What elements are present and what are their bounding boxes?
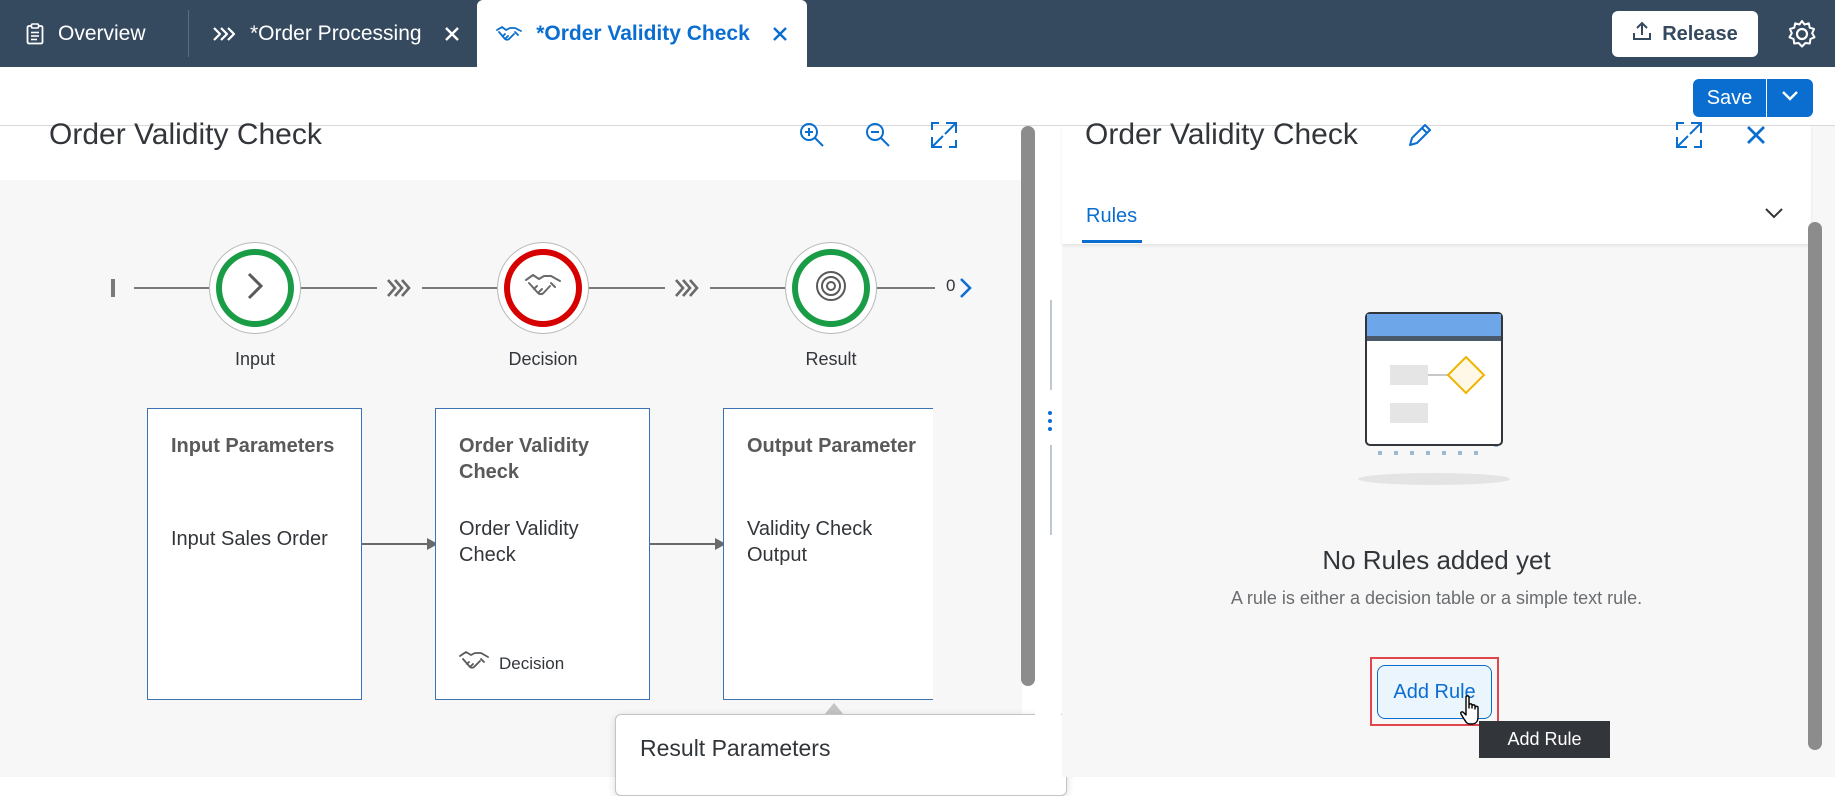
splitter-grip-icon[interactable] xyxy=(1047,410,1053,437)
chevron-right-icon[interactable] xyxy=(958,276,974,305)
splitter-line xyxy=(1050,445,1052,535)
card-value: Validity Check Output xyxy=(747,518,873,566)
card-footer-label: Decision xyxy=(499,653,565,673)
process-chevrons-icon xyxy=(212,25,236,43)
edit-pencil-icon[interactable] xyxy=(1405,120,1435,150)
card-value: Input Sales Order xyxy=(171,528,328,550)
card-input-parameters[interactable]: Input Parameters Input Sales Order xyxy=(147,408,362,700)
popover-label: Result Parameters xyxy=(640,735,831,761)
flow-node-decision[interactable] xyxy=(498,243,588,333)
handshake-icon xyxy=(459,649,489,678)
splitter-line xyxy=(1050,300,1052,390)
fullscreen-icon[interactable] xyxy=(1674,120,1704,150)
save-menu-button[interactable] xyxy=(1767,79,1813,117)
release-button[interactable]: Release xyxy=(1612,11,1758,57)
splitter[interactable] xyxy=(1035,126,1061,777)
gear-icon[interactable] xyxy=(1786,18,1818,50)
flow-start-marker xyxy=(111,279,115,297)
flow-node-label: Result xyxy=(805,349,857,369)
flow-connector xyxy=(134,287,209,289)
tab-label: Overview xyxy=(58,21,146,45)
flow-end-count: 0 xyxy=(946,276,956,295)
empty-state-title: No Rules added yet xyxy=(1322,545,1551,575)
tab-label: *Order Validity Check xyxy=(536,21,750,45)
card-arrow xyxy=(362,543,430,545)
chevron-down-icon[interactable] xyxy=(1764,206,1784,225)
tab-label: *Order Processing xyxy=(250,21,422,45)
empty-rules-illustration xyxy=(1358,305,1518,490)
close-tab-icon[interactable] xyxy=(444,26,460,42)
flow-connector xyxy=(875,287,935,289)
handshake-icon xyxy=(496,24,523,44)
upload-icon xyxy=(1632,21,1652,47)
flow-node-label: Input xyxy=(234,349,276,369)
result-parameters-popover[interactable]: Result Parameters xyxy=(615,714,1067,796)
clipboard-icon xyxy=(26,22,44,45)
add-rule-tooltip: Add Rule xyxy=(1479,721,1610,758)
tab-order-processing[interactable]: *Order Processing xyxy=(212,0,460,67)
zoom-in-icon[interactable] xyxy=(797,120,827,150)
card-output-parameter[interactable]: Output Parameter Validity Check Output xyxy=(723,408,933,700)
fullscreen-icon[interactable] xyxy=(929,120,959,150)
card-order-validity-check[interactable]: Order Validity Check Order Validity Chec… xyxy=(435,408,650,700)
release-label: Release xyxy=(1662,22,1738,45)
card-value: Order Validity Check xyxy=(459,518,579,566)
card-title: Order Validity Check xyxy=(459,435,590,483)
chevron-right-icon xyxy=(242,270,268,307)
chevron-down-icon xyxy=(1781,89,1799,107)
flow-node-input[interactable] xyxy=(210,243,300,333)
flow-connector xyxy=(422,287,497,289)
tab-selected-indicator xyxy=(1082,240,1142,243)
tab-overview[interactable]: Overview xyxy=(26,0,146,67)
tab-order-validity-check[interactable]: *Order Validity Check xyxy=(477,0,807,67)
empty-state-description: A rule is either a decision table or a s… xyxy=(1230,588,1643,608)
flow-node-label: Decision xyxy=(508,349,578,369)
handshake-icon xyxy=(524,271,562,306)
close-tab-icon[interactable] xyxy=(772,26,788,42)
tab-divider xyxy=(188,10,189,57)
save-button[interactable]: Save xyxy=(1693,79,1766,117)
flow-connector xyxy=(299,287,377,289)
flow-chevrons-icon xyxy=(674,276,700,305)
close-icon[interactable] xyxy=(1742,121,1772,151)
card-title: Input Parameters xyxy=(171,435,335,457)
zoom-out-icon[interactable] xyxy=(863,120,893,150)
card-footer: Decision xyxy=(459,649,564,678)
flow-node-result[interactable] xyxy=(786,243,876,333)
rules-panel-title: Order Validity Check xyxy=(1085,118,1358,151)
diagram-title: Order Validity Check xyxy=(49,118,322,151)
target-icon xyxy=(814,269,848,308)
card-arrow xyxy=(650,543,718,545)
card-title: Output Parameter xyxy=(747,435,916,457)
tab-rules[interactable]: Rules xyxy=(1086,205,1137,228)
flow-chevrons-icon xyxy=(386,276,412,305)
flow-connector xyxy=(587,287,665,289)
rules-panel-scrollbar[interactable] xyxy=(1808,222,1822,750)
flow-connector xyxy=(710,287,785,289)
diagram-scrollbar[interactable] xyxy=(1021,126,1035,686)
